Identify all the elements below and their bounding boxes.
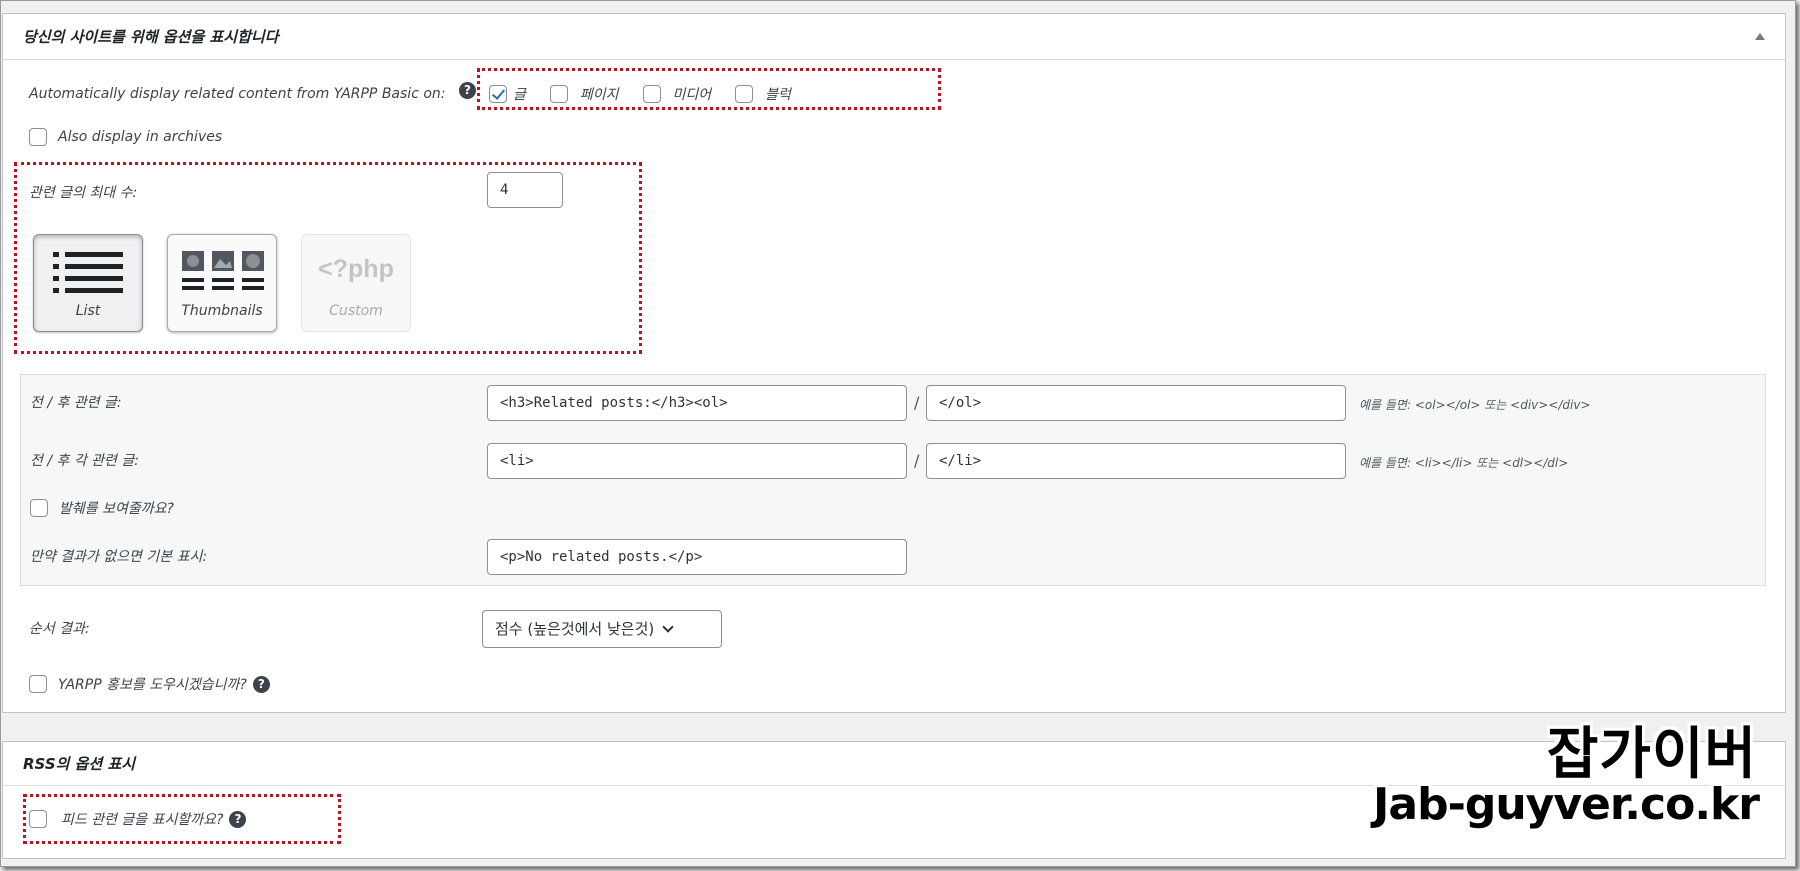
template-label: Thumbnails (181, 303, 263, 319)
each-hint: 예를 들면: <li></li> 또는 <dl></dl> (1359, 456, 1569, 470)
help-icon[interactable]: ? (459, 82, 476, 99)
template-label: Custom (329, 303, 383, 319)
before-related-input[interactable]: <h3>Related posts:</h3><ol> (487, 385, 907, 421)
template-label: List (75, 303, 101, 319)
panel-header[interactable]: 당신의 사이트를 위해 옵션을 표시합니다 (3, 14, 1785, 60)
post-type-label: 글 (513, 87, 526, 103)
feed-checkbox[interactable] (29, 810, 47, 828)
archives-checkbox[interactable] (29, 128, 47, 146)
auto-display-label: Automatically display related content fr… (29, 86, 446, 102)
after-related-input[interactable]: </ol> (926, 385, 1346, 421)
post-type-block-checkbox[interactable] (735, 85, 754, 103)
display-options-panel: 당신의 사이트를 위해 옵션을 표시합니다 Automatically disp… (2, 13, 1786, 713)
order-select-value: 점수 (높은것에서 낮은것) (495, 620, 655, 638)
max-posts-input[interactable]: 4 (487, 172, 563, 208)
excerpt-checkbox[interactable] (30, 499, 48, 517)
each-label: 전 / 후 각 관련 글: (30, 453, 139, 469)
post-types-group: 글 페이지 미디어 블럭 (489, 84, 791, 104)
after-each-input[interactable]: </li> (926, 443, 1346, 479)
watermark-domain: Jab-guyver.co.kr (1373, 779, 1760, 830)
screenshot-frame: 당신의 사이트를 위해 옵션을 표시합니다 Automatically disp… (0, 0, 1796, 867)
max-posts-label: 관련 글의 최대 수: (29, 185, 138, 201)
list-icon (53, 252, 123, 293)
post-type-media-checkbox[interactable] (642, 85, 661, 103)
no-results-input[interactable]: <p>No related posts.</p> (487, 539, 907, 575)
before-each-input[interactable]: <li> (487, 443, 907, 479)
post-type-label: 페이지 (579, 87, 619, 103)
feed-label: 피드 관련 글을 표시할까요? (61, 812, 224, 828)
order-label: 순서 결과: (29, 621, 90, 637)
before-after-hint: 예를 들면: <ol></ol> 또는 <div></div> (1359, 398, 1591, 412)
template-custom-button: <?php Custom (301, 234, 411, 332)
post-type-page-checkbox[interactable] (549, 85, 568, 103)
panel-title: 당신의 사이트를 위해 옵션을 표시합니다 (23, 28, 279, 46)
template-thumbnails-button[interactable]: Thumbnails (167, 234, 277, 332)
chevron-down-icon (662, 621, 674, 633)
promote-option[interactable]: YARPP 홍보를 도우시겠습니까? ? (29, 674, 270, 694)
post-type-page[interactable]: 페이지 (549, 84, 619, 104)
order-select[interactable]: 점수 (높은것에서 낮은것) (482, 610, 722, 648)
archives-option[interactable]: Also display in archives (29, 128, 222, 146)
thumbnails-icon (182, 251, 264, 290)
before-after-label: 전 / 후 관련 글: (30, 395, 122, 411)
separator: / (914, 451, 920, 470)
post-type-post[interactable]: 글 (489, 84, 526, 104)
help-icon[interactable]: ? (252, 675, 270, 693)
feed-option[interactable]: 피드 관련 글을 표시할까요? ? (29, 809, 247, 829)
post-type-media[interactable]: 미디어 (642, 84, 712, 104)
watermark-korean: 잡가이버 (1546, 722, 1757, 787)
post-type-label: 미디어 (672, 87, 712, 103)
separator: / (914, 393, 920, 412)
template-list-button[interactable]: List (33, 234, 143, 332)
promote-checkbox[interactable] (29, 675, 47, 693)
help-icon[interactable]: ? (229, 810, 247, 828)
template-settings-box: 전 / 후 관련 글: <h3>Related posts:</h3><ol> … (20, 374, 1766, 586)
excerpt-label: 발췌를 보여줄까요? (59, 501, 174, 517)
collapse-arrow-icon[interactable] (1755, 33, 1765, 40)
post-type-post-checkbox[interactable] (489, 85, 507, 103)
archives-label: Also display in archives (58, 129, 223, 145)
post-type-block[interactable]: 블럭 (735, 84, 791, 104)
panel-title: RSS의 옵션 표시 (23, 755, 136, 773)
php-icon: <?php (318, 255, 394, 283)
excerpt-option[interactable]: 발췌를 보여줄까요? (30, 498, 174, 518)
promote-label: YARPP 홍보를 도우시겠습니까? (58, 677, 247, 693)
no-results-label: 만약 결과가 없으면 기본 표시: (30, 549, 208, 565)
post-type-label: 블럭 (765, 87, 791, 103)
